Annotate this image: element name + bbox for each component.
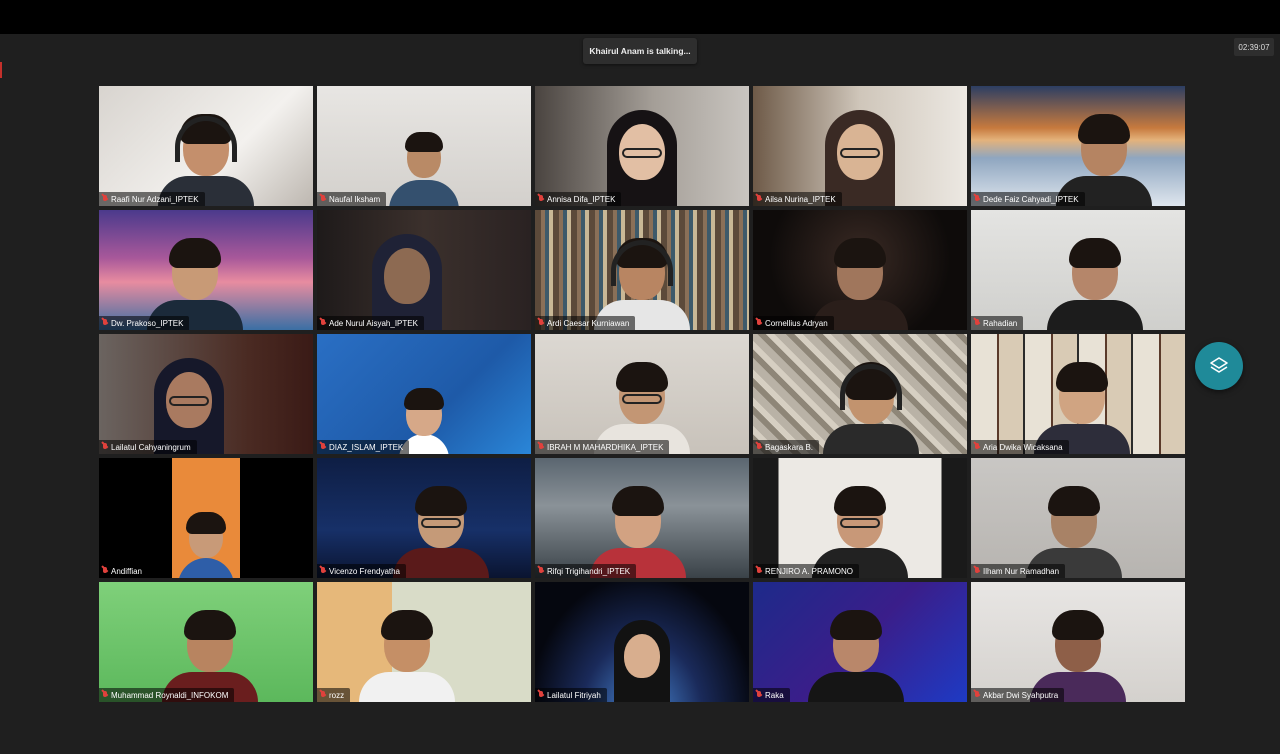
participant-tile[interactable]: rozz — [317, 582, 531, 702]
participant-name-tag: Raka — [753, 688, 790, 702]
participant-tile[interactable]: Vicenzo Frendyatha — [317, 458, 531, 578]
participant-tile[interactable]: Rifqi Trigihandri_IPTEK — [535, 458, 749, 578]
participant-tile[interactable]: Raafi Nur Adzani_IPTEK — [99, 86, 313, 206]
participant-name-tag: Annisa Difa_IPTEK — [535, 192, 622, 206]
mic-muted-icon — [756, 567, 762, 575]
mic-muted-icon — [320, 691, 326, 699]
participant-name-tag: IBRAH M MAHARDHIKA_IPTEK — [535, 440, 670, 454]
mic-muted-icon — [538, 567, 544, 575]
participant-tile[interactable]: DIAZ_ISLAM_IPTEK — [317, 334, 531, 454]
participant-name-tag: Lailatul Fitriyah — [535, 688, 607, 702]
participant-tile[interactable]: Andiffian — [99, 458, 313, 578]
mic-muted-icon — [320, 195, 326, 203]
mic-muted-icon — [320, 443, 326, 451]
speaking-indicator: Khairul Anam is talking... — [583, 38, 697, 64]
participant-name-tag: Dw. Prakoso_IPTEK — [99, 316, 190, 330]
top-bar — [0, 0, 1280, 34]
mic-muted-icon — [102, 443, 108, 451]
participant-name-tag: Ardi Caesar Kurniawan — [535, 316, 636, 330]
floating-action-button[interactable] — [1195, 342, 1243, 390]
participant-name-tag: Vicenzo Frendyatha — [317, 564, 407, 578]
participant-name-tag: Raafi Nur Adzani_IPTEK — [99, 192, 205, 206]
participant-name-tag: Ilham Nur Ramadhan — [971, 564, 1066, 578]
mic-muted-icon — [974, 567, 980, 575]
participant-tile[interactable]: Ade Nurul Aisyah_IPTEK — [317, 210, 531, 330]
participant-tile[interactable]: Cornellius Adryan — [753, 210, 967, 330]
participant-tile[interactable]: Ailsa Nurina_IPTEK — [753, 86, 967, 206]
participant-name-tag: Muhammad Roynaldi_INFOKOM — [99, 688, 235, 702]
participant-name-tag: Naufal Iksham — [317, 192, 387, 206]
mic-muted-icon — [102, 319, 108, 327]
left-accent-bar — [0, 62, 2, 78]
participant-tile[interactable]: Naufal Iksham — [317, 86, 531, 206]
participant-name-tag: Akbar Dwi Syahputra — [971, 688, 1065, 702]
layers-icon — [1210, 357, 1228, 373]
participant-name-tag: Ade Nurul Aisyah_IPTEK — [317, 316, 424, 330]
participant-name-tag: Lailatul Cahyaningrum — [99, 440, 197, 454]
participant-tile[interactable]: Akbar Dwi Syahputra — [971, 582, 1185, 702]
mic-muted-icon — [756, 691, 762, 699]
participant-tile[interactable]: IBRAH M MAHARDHIKA_IPTEK — [535, 334, 749, 454]
mic-muted-icon — [320, 567, 326, 575]
participant-name-tag: Dede Faiz Cahyadi_IPTEK — [971, 192, 1085, 206]
participant-tile[interactable]: Lailatul Fitriyah — [535, 582, 749, 702]
participant-name-tag: RENJIRO A. PRAMONO — [753, 564, 860, 578]
participant-tile[interactable]: Ardi Caesar Kurniawan — [535, 210, 749, 330]
participant-tile[interactable]: Aria Dwika Wicaksana — [971, 334, 1185, 454]
mic-muted-icon — [102, 691, 108, 699]
participant-name-tag: Rifqi Trigihandri_IPTEK — [535, 564, 637, 578]
mic-muted-icon — [102, 195, 108, 203]
participant-tile[interactable]: Lailatul Cahyaningrum — [99, 334, 313, 454]
participant-name-tag: Ailsa Nurina_IPTEK — [753, 192, 842, 206]
mic-muted-icon — [974, 691, 980, 699]
participant-name-tag: DIAZ_ISLAM_IPTEK — [317, 440, 410, 454]
participant-tile[interactable]: Ilham Nur Ramadhan — [971, 458, 1185, 578]
participant-name-tag: Bagaskara B. — [753, 440, 820, 454]
mic-muted-icon — [538, 195, 544, 203]
participant-tile[interactable]: Muhammad Roynaldi_INFOKOM — [99, 582, 313, 702]
participant-tile[interactable]: RENJIRO A. PRAMONO — [753, 458, 967, 578]
mic-muted-icon — [320, 319, 326, 327]
participant-tile[interactable]: Annisa Difa_IPTEK — [535, 86, 749, 206]
participant-name-tag: Cornellius Adryan — [753, 316, 834, 330]
mic-muted-icon — [102, 567, 108, 575]
meeting-timer: 02:39:07 — [1234, 38, 1274, 56]
participant-name-tag: Aria Dwika Wicaksana — [971, 440, 1069, 454]
mic-muted-icon — [756, 443, 762, 451]
mic-muted-icon — [756, 319, 762, 327]
mic-muted-icon — [538, 319, 544, 327]
participant-tile[interactable]: Rahadian — [971, 210, 1185, 330]
mic-muted-icon — [756, 195, 762, 203]
participant-name-tag: Andiffian — [99, 564, 148, 578]
participant-name-tag: Rahadian — [971, 316, 1024, 330]
mic-muted-icon — [974, 319, 980, 327]
participant-tile[interactable]: Dw. Prakoso_IPTEK — [99, 210, 313, 330]
mic-muted-icon — [974, 195, 980, 203]
participant-tile[interactable]: Bagaskara B. — [753, 334, 967, 454]
participant-name-tag: rozz — [317, 688, 351, 702]
mic-muted-icon — [538, 691, 544, 699]
participant-tile[interactable]: Dede Faiz Cahyadi_IPTEK — [971, 86, 1185, 206]
mic-muted-icon — [538, 443, 544, 451]
participant-grid: Raafi Nur Adzani_IPTEK Naufal Iksham Ann… — [99, 86, 1185, 702]
mic-muted-icon — [974, 443, 980, 451]
participant-tile[interactable]: Raka — [753, 582, 967, 702]
